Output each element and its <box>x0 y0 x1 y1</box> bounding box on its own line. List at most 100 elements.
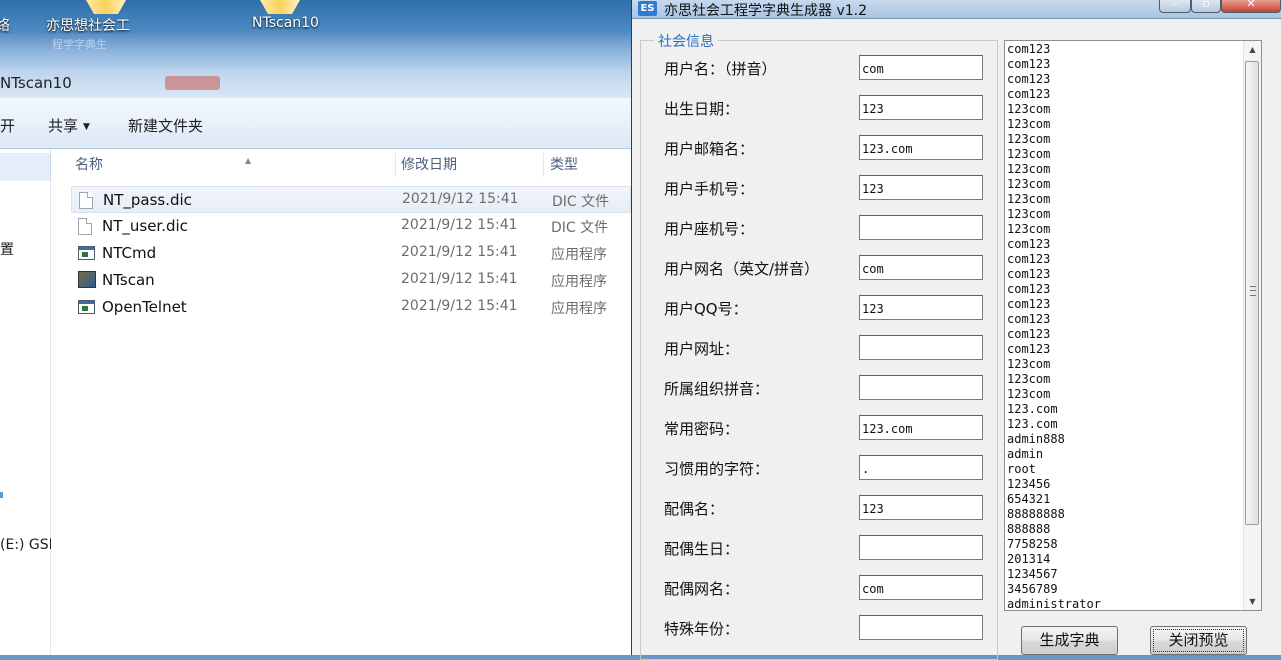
file-row[interactable]: NT_pass.dic 2021/9/12 15:41 DIC 文件 <box>71 186 631 213</box>
ntscan-app-icon <box>78 271 96 288</box>
preview-line: com123 <box>1007 267 1051 281</box>
preview-line: com123 <box>1007 42 1051 56</box>
field-label-birthdate: 出生日期： <box>664 100 740 118</box>
preview-line: com123 <box>1007 72 1051 86</box>
field-label-landline: 用户座机号： <box>664 220 755 238</box>
preview-line: administrator <box>1007 597 1101 611</box>
field-label-mobile: 用户手机号： <box>664 180 755 198</box>
organization-pinyin-input[interactable] <box>859 375 983 400</box>
preview-line: 123com <box>1007 222 1051 236</box>
preview-scrollbar[interactable]: ▲ ▼ <box>1243 41 1261 610</box>
nickname-input[interactable] <box>859 255 983 280</box>
preview-line: 201314 <box>1007 552 1051 566</box>
file-row[interactable]: NTscan 2021/9/12 15:41 应用程序 <box>71 267 631 294</box>
preview-line: 3456789 <box>1007 582 1058 596</box>
preview-line: root <box>1007 462 1036 476</box>
file-date: 2021/9/12 15:41 <box>401 298 518 314</box>
application-icon <box>78 246 95 260</box>
desktop-shortcut-label: NTscan10 <box>252 15 319 31</box>
column-header-name[interactable]: 名称 ▲ <box>69 153 396 177</box>
desktop-shortcut-label: 络 <box>0 18 10 34</box>
preview-line: 123.com <box>1007 417 1058 431</box>
share-button[interactable]: 共享 ▼ <box>48 115 90 136</box>
file-row[interactable]: NTCmd 2021/9/12 15:41 应用程序 <box>71 240 631 267</box>
birthdate-input[interactable] <box>859 95 983 120</box>
preview-line: com123 <box>1007 87 1051 101</box>
explorer-toolbar: 开 共享 ▼ 新建文件夹 <box>0 98 631 149</box>
qq-number-input[interactable] <box>859 295 983 320</box>
mobile-number-input[interactable] <box>859 175 983 200</box>
column-header-date[interactable]: 修改日期 <box>395 153 544 177</box>
spouse-name-input[interactable] <box>859 495 983 520</box>
spouse-nickname-input[interactable] <box>859 575 983 600</box>
website-input[interactable] <box>859 335 983 360</box>
file-type: DIC 文件 <box>551 220 609 236</box>
explorer-title-faded: 程学字典生 <box>52 38 107 51</box>
desktop-shortcut-ntscan10[interactable]: NTscan10 <box>252 0 362 34</box>
file-name: NT_pass.dic <box>103 191 192 209</box>
spouse-birthday-input[interactable] <box>859 535 983 560</box>
desktop-shortcut-network[interactable]: 络 <box>0 0 26 34</box>
field-label-website: 用户网址： <box>664 340 740 358</box>
preview-line: 88888888 <box>1007 507 1065 521</box>
app-logo-icon: ES <box>638 1 657 16</box>
preview-line: com123 <box>1007 297 1051 311</box>
desktop-shortcut-label: 亦思想社会工 <box>46 18 130 34</box>
minimize-button[interactable]: – <box>1159 0 1191 13</box>
file-name: OpenTelnet <box>102 298 187 316</box>
preview-line: 888888 <box>1007 522 1051 536</box>
scroll-up-icon[interactable]: ▲ <box>1244 41 1261 58</box>
field-label-spouse-nickname: 配偶网名： <box>664 580 740 598</box>
file-row[interactable]: NT_user.dic 2021/9/12 15:41 DIC 文件 <box>71 213 631 240</box>
preview-line: 123com <box>1007 387 1051 401</box>
explorer-title-bar[interactable]: 程学字典生 <box>0 34 631 70</box>
email-name-input[interactable] <box>859 135 983 160</box>
document-icon <box>78 218 92 235</box>
common-password-input[interactable] <box>859 415 983 440</box>
column-header-type[interactable]: 类型 <box>544 153 630 177</box>
maximize-button[interactable]: ▫ <box>1191 0 1221 13</box>
file-list: 名称 ▲ 修改日期 类型 NT_pass.dic 2021/9/12 15:41… <box>51 149 631 655</box>
special-year-input[interactable] <box>859 615 983 640</box>
close-icon: ✕ <box>1246 0 1256 10</box>
nav-item-drive-e[interactable]: (E:) GSP <box>0 537 57 553</box>
close-button[interactable]: ✕ <box>1221 0 1281 13</box>
desktop-shortcut-generator[interactable]: 亦思想社会工 <box>46 0 176 34</box>
nav-item-selected[interactable] <box>0 153 51 181</box>
address-bar[interactable]: NTscan10 <box>0 70 631 99</box>
field-label-spouse-birthday: 配偶生日： <box>664 540 740 558</box>
preview-line: 123com <box>1007 147 1051 161</box>
preview-line: com123 <box>1007 237 1051 251</box>
file-name: NTscan <box>102 271 155 289</box>
maximize-icon: ▫ <box>1202 0 1210 10</box>
file-row[interactable]: OpenTelnet 2021/9/12 15:41 应用程序 <box>71 294 631 321</box>
generate-dictionary-button[interactable]: 生成字典 <box>1021 626 1118 655</box>
preview-line: 123com <box>1007 102 1051 116</box>
sort-ascending-icon: ▲ <box>245 156 252 165</box>
file-date: 2021/9/12 15:41 <box>402 191 519 207</box>
generator-title-bar[interactable]: ES 亦思社会工程学字典生成器 v1.2 – ▫ ✕ <box>632 0 1281 19</box>
file-name: NTCmd <box>102 244 157 262</box>
habit-char-input[interactable] <box>859 455 983 480</box>
nav-item-settings[interactable]: 置 <box>0 239 14 259</box>
preview-line: com123 <box>1007 252 1051 266</box>
username-pinyin-input[interactable] <box>859 55 983 80</box>
landline-number-input[interactable] <box>859 215 983 240</box>
chevron-down-icon: ▼ <box>83 122 90 132</box>
scrollbar-thumb[interactable] <box>1245 61 1259 525</box>
scroll-down-icon[interactable]: ▼ <box>1244 593 1261 610</box>
group-title: 社会信息 <box>654 31 718 51</box>
document-icon <box>79 192 93 209</box>
preview-line: com123 <box>1007 342 1051 356</box>
file-name: NT_user.dic <box>102 217 188 235</box>
field-label-special-year: 特殊年份： <box>664 620 740 638</box>
preview-line: 123com <box>1007 132 1051 146</box>
minimize-icon: – <box>1172 0 1178 10</box>
new-folder-button[interactable]: 新建文件夹 <box>128 115 203 136</box>
preview-line: 123com <box>1007 207 1051 221</box>
preview-line: 1234567 <box>1007 567 1058 581</box>
close-preview-button[interactable]: 关闭预览 <box>1150 626 1247 655</box>
field-label-username: 用户名：（拼音） <box>664 60 777 78</box>
dictionary-preview-textarea[interactable]: com123 com123 com123 com123 123com 123com 123c… <box>1004 40 1262 611</box>
open-button[interactable]: 开 <box>0 115 15 136</box>
